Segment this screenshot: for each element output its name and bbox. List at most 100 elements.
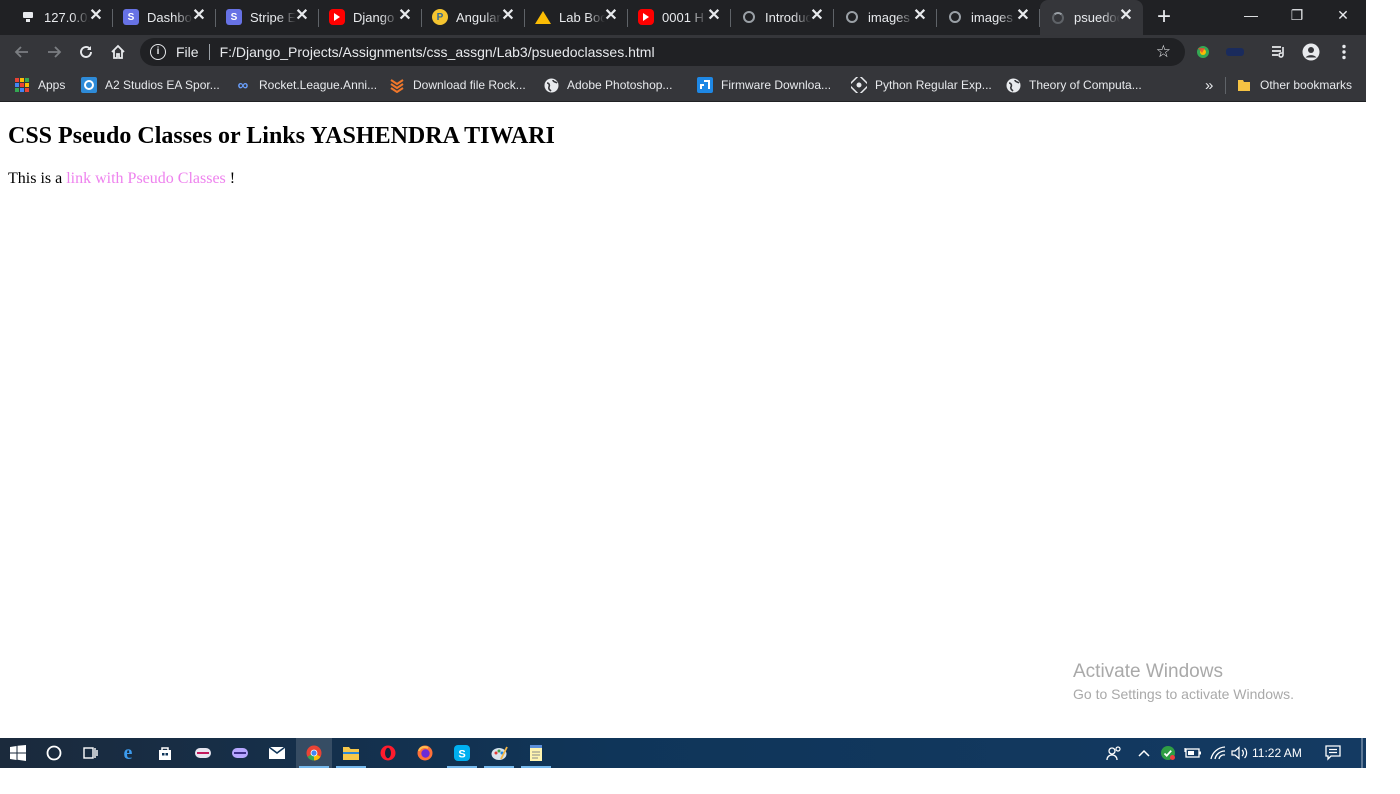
pseudo-classes-link[interactable]: link with Pseudo Classes [66,170,226,187]
taskbar-opera[interactable] [370,738,406,768]
more-menu-icon[interactable] [1335,43,1353,61]
tab-0001[interactable]: 0001 H ✕ [628,0,731,34]
close-icon[interactable]: ✕ [912,8,928,24]
profile-avatar-icon[interactable] [1302,43,1320,61]
tab-psuedoclasses[interactable]: psuedoclasses ✕ [1040,0,1143,35]
start-button[interactable] [0,738,36,768]
svg-text:S: S [458,749,465,761]
close-icon[interactable]: ✕ [397,8,413,24]
skype-icon: S [454,745,470,761]
bookmark-label: Apps [38,78,66,92]
watermark-subtitle: Go to Settings to activate Windows. [1073,686,1294,702]
close-icon[interactable]: ✕ [1015,8,1031,24]
security-tray-button[interactable] [1157,738,1179,768]
tab-stripe-elements[interactable]: S Stripe Elements ✕ [216,0,319,34]
new-tab-button[interactable]: + [1151,5,1177,29]
close-icon[interactable]: ✕ [191,8,207,24]
tab-images-2[interactable]: images ✕ [937,0,1040,34]
tab-dashboard[interactable]: S Dashboard ✕ [113,0,216,34]
info-icon[interactable]: i [150,44,166,60]
show-hidden-icons-button[interactable] [1134,738,1154,768]
forward-button[interactable] [41,39,67,65]
bookmark-python-regex[interactable]: Python Regular Exp... [851,75,992,95]
tab-title: psuedoclasses [1074,10,1120,25]
minimize-button[interactable]: — [1228,0,1274,30]
chrome-icon [306,745,322,761]
close-icon[interactable]: ✕ [88,8,104,24]
extension-icon[interactable] [1226,43,1244,61]
globe-icon [741,9,757,25]
restore-button[interactable]: ❐ [1274,0,1320,30]
extension-icon[interactable] [1194,43,1212,61]
tab-lab-book[interactable]: Lab Book ✕ [525,0,628,34]
task-view-button[interactable] [72,738,108,768]
bookmark-rocket-league[interactable]: ∞ Rocket.League.Anni... [235,75,377,95]
bookmark-firmware-download[interactable]: Firmware Downloa... [697,75,831,95]
python-regex-icon [851,77,867,93]
reload-button[interactable] [73,39,99,65]
taskbar-app[interactable] [185,738,221,768]
home-button[interactable] [105,39,131,65]
bookmarks-divider [1225,77,1226,94]
taskbar-chrome[interactable] [296,738,332,768]
back-button[interactable] [9,39,35,65]
tab-title: Lab Book [559,9,605,25]
bookmark-other-bookmarks[interactable]: Other bookmarks [1236,75,1352,95]
task-view-icon [83,747,98,759]
app-icon [232,748,248,758]
address-bar[interactable]: i File F:/Django_Projects/Assignments/cs… [140,38,1185,66]
show-desktop-button[interactable] [1361,738,1363,768]
bookmark-star-icon[interactable]: ☆ [1156,42,1171,62]
bookmark-apps[interactable]: Apps [14,75,65,95]
opera-icon [380,745,396,761]
taskbar-notepad[interactable] [518,738,554,768]
tab-angular[interactable]: P Angular ✕ [422,0,525,34]
taskbar-app[interactable] [222,738,258,768]
close-icon[interactable]: ✕ [1118,8,1134,24]
bookmark-theory-of-computation[interactable]: Theory of Computa... [1005,75,1142,95]
tab-django[interactable]: Django ✕ [319,0,422,34]
bookmark-a2-studios[interactable]: A2 Studios EA Spor... [81,75,220,95]
infinity-icon: ∞ [237,76,249,94]
tab-introduction[interactable]: Introduction ✕ [731,0,834,34]
action-center-button[interactable] [1320,738,1346,768]
url-text[interactable]: F:/Django_Projects/Assignments/css_assgn… [220,44,655,60]
taskbar-skype[interactable]: S [444,738,480,768]
close-icon[interactable]: ✕ [294,8,310,24]
bookmarks-overflow-button[interactable]: » [1205,75,1213,95]
battery-tray-button[interactable] [1182,738,1204,768]
taskbar-store[interactable] [147,738,183,768]
close-icon[interactable]: ✕ [603,8,619,24]
arrow-left-icon [14,46,28,58]
media-control-icon[interactable] [1270,43,1288,61]
restore-icon: ❐ [1290,6,1304,23]
store-icon [159,747,171,760]
close-icon[interactable]: ✕ [500,8,516,24]
taskbar-clock[interactable]: 11:22 AM [1252,738,1302,768]
close-icon[interactable]: ✕ [809,8,825,24]
tab-title: Dashboard [147,9,193,25]
youtube-icon [638,9,654,25]
tab-local-server[interactable]: 127.0.0.1 ✕ [10,0,113,34]
taskbar-file-explorer[interactable] [333,738,369,768]
people-button[interactable] [1103,738,1125,768]
bookmark-download-file[interactable]: Download file Rock... [389,75,526,95]
taskbar-mail[interactable] [259,738,295,768]
folder-icon [1236,77,1252,93]
bookmark-adobe-photoshop[interactable]: Adobe Photoshop... [543,75,672,95]
close-window-button[interactable]: ✕ [1320,0,1366,30]
globe-icon [947,9,963,25]
bookmark-label: Other bookmarks [1260,78,1353,92]
bookmarks-bar: Apps A2 Studios EA Spor... ∞ Rocket.Leag… [0,69,1366,102]
taskbar-paint[interactable] [481,738,517,768]
activate-windows-watermark: Activate Windows Go to Settings to activ… [1073,661,1294,702]
close-icon[interactable]: ✕ [706,8,722,24]
taskbar-edge[interactable]: e [110,738,146,768]
arrow-right-icon [48,46,62,58]
volume-tray-button[interactable] [1229,738,1251,768]
tab-images-1[interactable]: images ✕ [834,0,937,34]
wifi-tray-button[interactable] [1207,738,1229,768]
cortana-button[interactable] [36,738,72,768]
taskbar-firefox[interactable] [407,738,443,768]
shield-check-icon [1161,746,1175,760]
